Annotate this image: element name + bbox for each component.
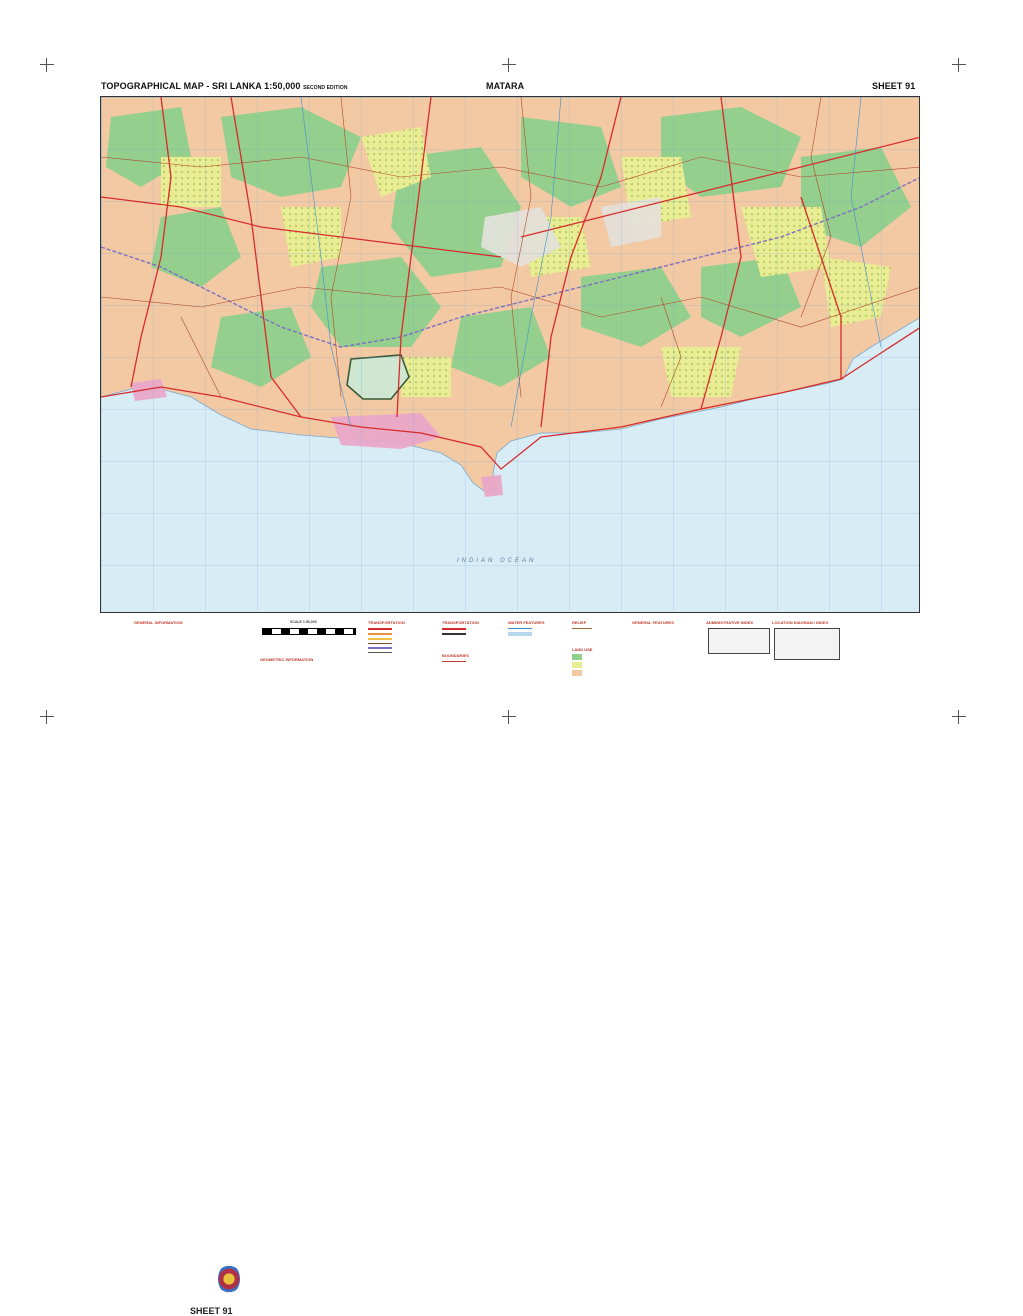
legend-section-title: TRANSPORTATION: [442, 620, 479, 625]
legend-general-info: GENERAL INFORMATION: [134, 620, 244, 726]
legend-transportation-1: TRANSPORTATION: [368, 620, 438, 726]
legend-water-features: WATER FEATURES: [508, 620, 572, 726]
scale-bar: [262, 628, 356, 635]
sheet-number-bottom: SHEET 91: [190, 1306, 233, 1316]
crop-mark-top-left: [40, 58, 54, 72]
survey-department-crest-icon: [218, 1264, 240, 1294]
geometric-info-title: GEOMETRIC INFORMATION: [260, 657, 314, 662]
sheet-number: SHEET 91: [872, 81, 916, 91]
series-title: TOPOGRAPHICAL MAP - SRI LANKA 1:50,000: [101, 81, 301, 91]
map-canvas: [101, 97, 919, 612]
legend-section-title: GENERAL FEATURES: [632, 620, 674, 625]
land-use-title: LAND USE: [572, 647, 593, 652]
crop-mark-top-center: [502, 58, 516, 72]
legend-section-title: TRANSPORTATION: [368, 620, 405, 625]
legend-panel: GENERAL INFORMATION SHEET 91 SCALE 1:50,…: [100, 620, 920, 1316]
boundaries-title: BOUNDARIES: [442, 653, 469, 658]
edition-label: SECOND EDITION: [303, 85, 348, 91]
map-title-left: TOPOGRAPHICAL MAP - SRI LANKA 1:50,000 S…: [101, 81, 348, 91]
administrative-index-map: [708, 628, 770, 654]
legend-transportation-2: TRANSPORTATION BOUNDARIES: [442, 620, 506, 726]
crop-mark-top-right: [952, 58, 966, 72]
legend-section-title: LOCATION DIAGRAM / INDEX: [772, 620, 829, 625]
grid-lines: [101, 97, 919, 612]
legend-section-title: RELIEF: [572, 620, 587, 625]
legend-section-title: WATER FEATURES: [508, 620, 545, 625]
legend-section-title: GENERAL INFORMATION: [134, 620, 183, 625]
legend-general-features: GENERAL FEATURES: [632, 620, 702, 726]
scale-label: SCALE 1:50,000: [290, 620, 317, 624]
map-frame[interactable]: INDIAN OCEAN: [100, 96, 920, 613]
ocean-label: INDIAN OCEAN: [457, 558, 537, 564]
crop-mark-bottom-left: [40, 710, 54, 724]
legend-relief: RELIEF LAND USE: [572, 620, 632, 726]
map-title-center: MATARA: [486, 81, 525, 91]
location-diagram-map: [774, 628, 840, 660]
crop-mark-bottom-right: [952, 710, 966, 724]
legend-section-title: ADMINISTRATIVE INDEX: [706, 620, 754, 625]
legend-scale: SCALE 1:50,000 GEOMETRIC INFORMATION: [260, 620, 360, 726]
